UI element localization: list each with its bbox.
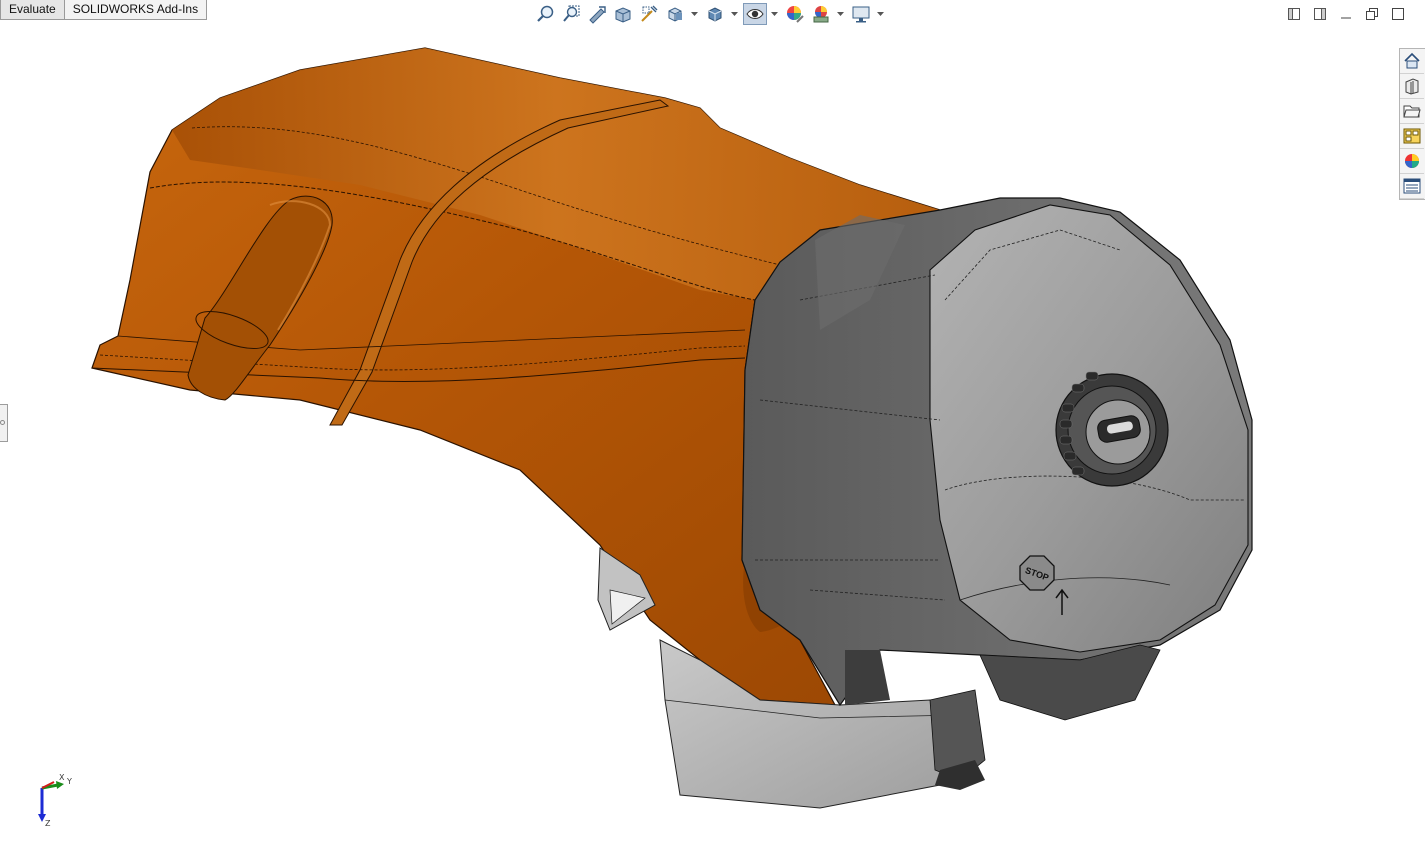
tile-left-icon[interactable] (1281, 5, 1307, 23)
apply-scene-dropdown[interactable] (835, 3, 845, 25)
apply-scene-icon[interactable] (809, 3, 833, 25)
reference-triad: X Y Z (38, 773, 72, 828)
view-settings-icon[interactable] (849, 3, 873, 25)
tab-solidworks-add-ins[interactable]: SOLIDWORKS Add-Ins (63, 0, 208, 20)
section-view-icon[interactable] (611, 3, 635, 25)
appearances-scenes-icon[interactable] (1400, 149, 1424, 174)
tab-evaluate[interactable]: Evaluate (0, 0, 65, 20)
zoom-to-fit-icon[interactable] (533, 3, 557, 25)
file-explorer-icon[interactable] (1400, 99, 1424, 124)
display-style-icon[interactable] (703, 3, 727, 25)
view-orientation-dropdown[interactable] (689, 3, 699, 25)
feature-manager-expand-handle[interactable] (0, 404, 8, 442)
maximize-icon[interactable] (1385, 5, 1411, 23)
zoom-to-area-icon[interactable] (559, 3, 583, 25)
hide-show-items-dropdown[interactable] (769, 3, 779, 25)
view-settings-dropdown[interactable] (875, 3, 885, 25)
previous-view-icon[interactable] (585, 3, 609, 25)
minimize-icon[interactable] (1333, 5, 1359, 23)
tile-right-icon[interactable] (1307, 5, 1333, 23)
task-pane-tabs (1399, 48, 1425, 200)
hide-show-items-icon[interactable] (743, 3, 767, 25)
command-manager-tabs: Evaluate SOLIDWORKS Add-Ins (0, 0, 208, 20)
triad-x-label: X (59, 773, 65, 782)
window-controls (1281, 5, 1411, 23)
edit-appearance-icon[interactable] (783, 3, 807, 25)
view-palette-icon[interactable] (1400, 124, 1424, 149)
model-viewport[interactable]: STOP (0, 0, 1425, 846)
view-orientation-icon[interactable] (663, 3, 687, 25)
triad-z-label: Z (45, 819, 51, 828)
design-library-icon[interactable] (1400, 74, 1424, 99)
custom-properties-icon[interactable] (1400, 174, 1424, 199)
solidworks-resources-icon[interactable] (1400, 49, 1424, 74)
dynamic-annotation-views-icon[interactable] (637, 3, 661, 25)
heads-up-view-toolbar (533, 2, 889, 26)
triad-y-label: Y (66, 777, 72, 786)
restore-icon[interactable] (1359, 5, 1385, 23)
display-style-dropdown[interactable] (729, 3, 739, 25)
